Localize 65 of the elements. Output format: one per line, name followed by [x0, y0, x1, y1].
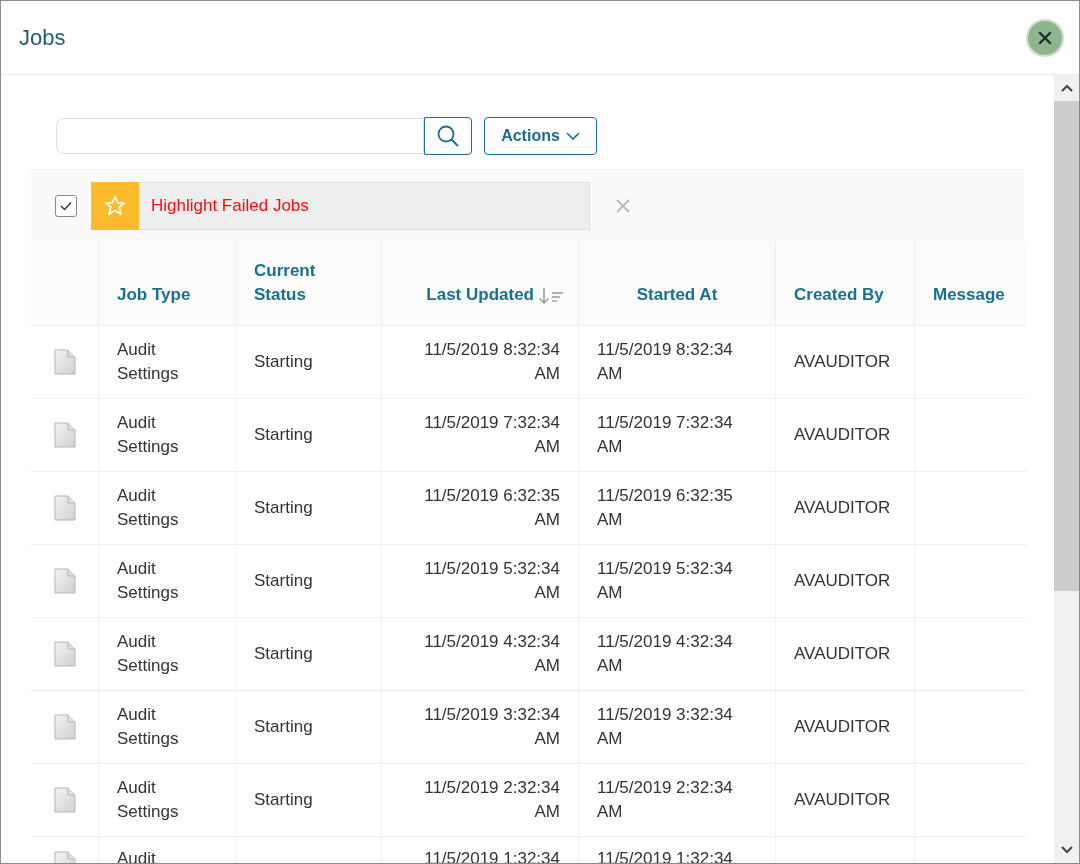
table-cell: Starting: [235, 325, 381, 398]
table-cell: Starting: [235, 690, 381, 763]
document-icon: [53, 568, 76, 594]
table-cell: 11/5/2019 5:32:34 AM: [381, 544, 578, 617]
check-icon: [60, 200, 72, 211]
table-cell: 11/5/2019 3:32:34 AM: [578, 690, 775, 763]
table-cell: AVAUDITOR: [775, 544, 914, 617]
table-cell: Starting: [235, 398, 381, 471]
column-header[interactable]: Last Updated: [426, 283, 534, 307]
document-icon: [53, 495, 76, 521]
table-cell: Audit Settings: [98, 544, 235, 617]
search-button[interactable]: [424, 117, 472, 155]
actions-button[interactable]: Actions: [484, 117, 597, 155]
scrollbar-thumb[interactable]: [1054, 101, 1079, 591]
table-cell: AVAUDITOR: [775, 690, 914, 763]
table-cell: 11/5/2019 6:32:35 AM: [578, 471, 775, 544]
close-icon: [616, 198, 630, 213]
table-cell: 11/5/2019 8:32:34 AM: [381, 325, 578, 398]
document-icon: [53, 714, 76, 740]
checkbox[interactable]: [55, 194, 77, 217]
search-icon: [436, 124, 460, 148]
close-button[interactable]: [1027, 19, 1063, 56]
filter-chip[interactable]: Highlight Failed Jobs: [91, 181, 590, 230]
document-icon: [53, 422, 76, 448]
table-cell: 11/5/2019 2:32:34 AM: [381, 763, 578, 836]
table-cell: AVAUDITOR: [775, 763, 914, 836]
column-header[interactable]: Current Status: [254, 259, 363, 307]
table-cell: 11/5/2019 7:32:34 AM: [381, 398, 578, 471]
table-cell: AVAUDITOR: [775, 325, 914, 398]
column-header[interactable]: Message: [933, 283, 1005, 307]
table-cell: 11/5/2019 4:32:34 AM: [578, 617, 775, 690]
table-cell: Starting: [235, 544, 381, 617]
column-header[interactable]: Started At: [636, 283, 718, 307]
document-icon: [53, 641, 76, 667]
table-cell: Audit Settings: [98, 471, 235, 544]
table-cell: Audit Settings: [98, 690, 235, 763]
document-icon: [53, 787, 76, 813]
scroll-down-icon[interactable]: [1060, 846, 1073, 854]
scrollbar[interactable]: [1054, 75, 1079, 863]
chevron-down-icon: [565, 131, 580, 141]
column-header[interactable]: Created By: [794, 283, 884, 307]
search-field[interactable]: [56, 118, 424, 154]
table-cell: 11/5/2019 2:32:34 AM: [578, 763, 775, 836]
table-cell: Starting: [235, 617, 381, 690]
scroll-up-icon[interactable]: [1060, 84, 1073, 92]
table-cell: 11/5/2019 8:32:34 AM: [578, 325, 775, 398]
table-cell: AVAUDITOR: [775, 471, 914, 544]
table-cell: Audit Settings: [98, 398, 235, 471]
document-icon: [53, 349, 76, 375]
window-title: Jobs: [19, 24, 66, 51]
table-cell: Audit Settings: [98, 763, 235, 836]
table-cell: 11/5/2019 5:32:34 AM: [578, 544, 775, 617]
table-cell: Audit Settings: [98, 325, 235, 398]
filter-label: Highlight Failed Jobs: [151, 195, 309, 216]
table-cell: 11/5/2019 4:32:34 AM: [381, 617, 578, 690]
table-cell: Starting: [235, 763, 381, 836]
table-cell: Starting: [235, 471, 381, 544]
table-cell: Audit Settings: [98, 617, 235, 690]
close-icon: [1038, 30, 1052, 45]
table-cell: 11/5/2019 7:32:34 AM: [578, 398, 775, 471]
table-cell: AVAUDITOR: [775, 617, 914, 690]
column-header[interactable]: Job Type: [117, 283, 191, 307]
table-cell: 11/5/2019 3:32:34 AM: [381, 690, 578, 763]
table-cell: 11/5/2019 6:32:35 AM: [381, 471, 578, 544]
table-cell: AVAUDITOR: [775, 398, 914, 471]
